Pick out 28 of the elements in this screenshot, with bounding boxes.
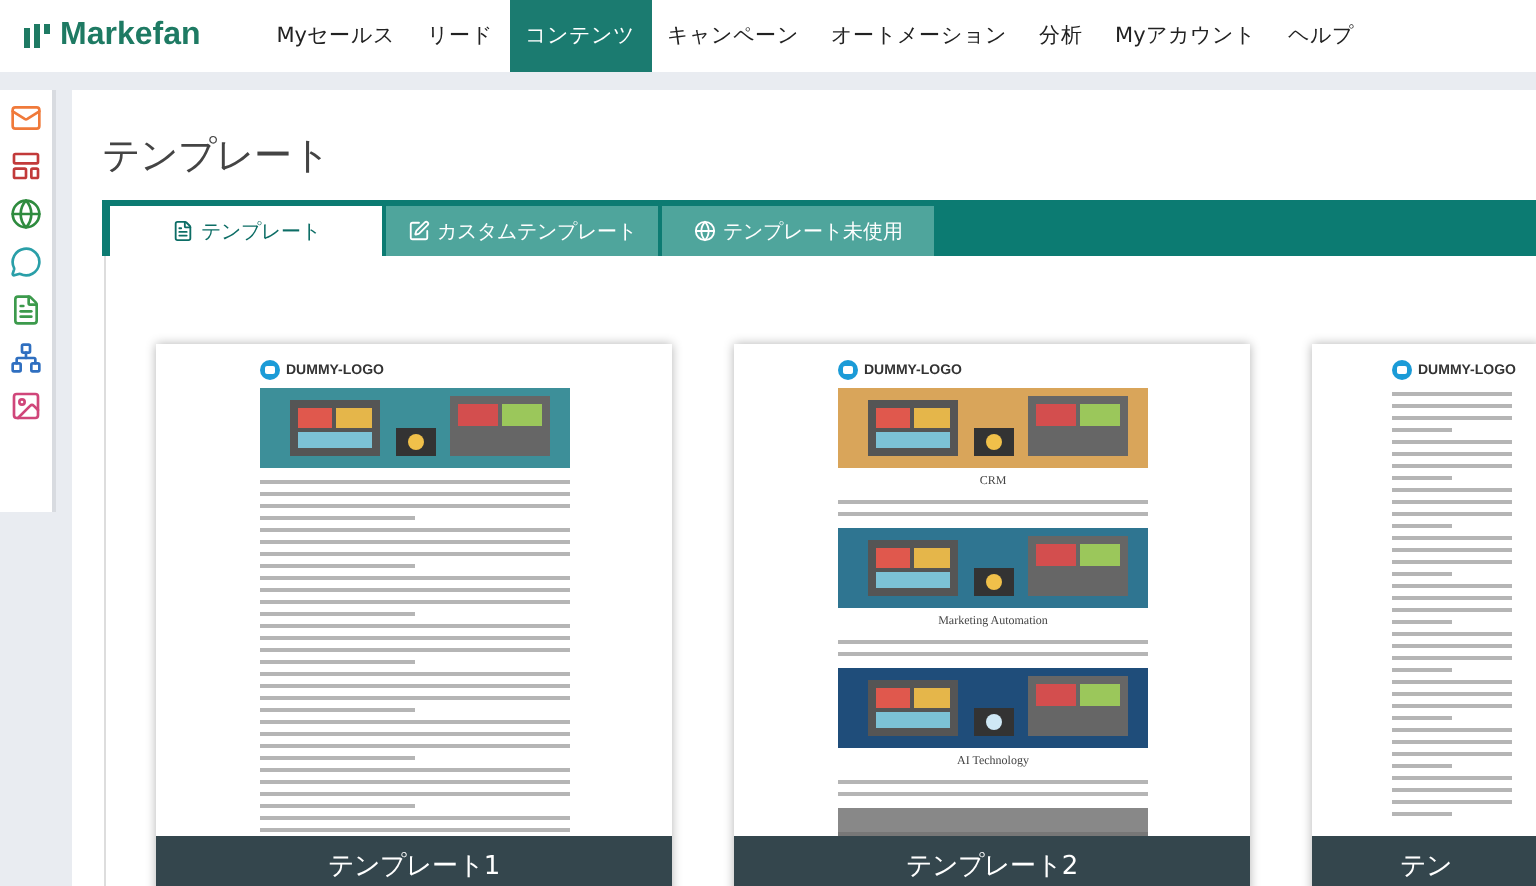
template-label: テン [1312,836,1536,886]
logo-icon [260,360,280,380]
nav-item[interactable]: オートメーション [815,0,1024,72]
logo-icon [1392,360,1412,380]
layout-icon[interactable] [10,150,42,182]
tab[interactable]: テンプレート [110,206,382,256]
logo-icon [838,360,858,380]
brand-name[interactable]: Markefan [60,18,201,54]
nav-item[interactable]: Myセールス [260,0,412,72]
brand-logo-icon [24,24,52,48]
document-icon [171,220,193,242]
nav-item[interactable]: Myアカウント [1099,0,1272,72]
nav-item[interactable]: キャンペーン [651,0,816,72]
edit-icon [407,220,429,242]
nav-item[interactable]: ヘルプ [1271,0,1370,72]
mail-icon[interactable] [10,102,42,134]
nav-item[interactable]: コンテンツ [509,0,652,72]
template-label: テンプレート1 [156,836,672,886]
globe-icon[interactable] [10,198,42,230]
nav-item[interactable]: リード [411,0,510,72]
sitemap-icon[interactable] [10,342,42,374]
image-icon[interactable] [10,390,42,422]
globe-icon [693,220,715,242]
document-icon[interactable] [10,294,42,326]
nav-item[interactable]: 分析 [1023,0,1100,72]
chat-icon[interactable] [10,246,42,278]
template-label: テンプレート2 [734,836,1250,886]
page-title: テンプレート [102,132,332,182]
